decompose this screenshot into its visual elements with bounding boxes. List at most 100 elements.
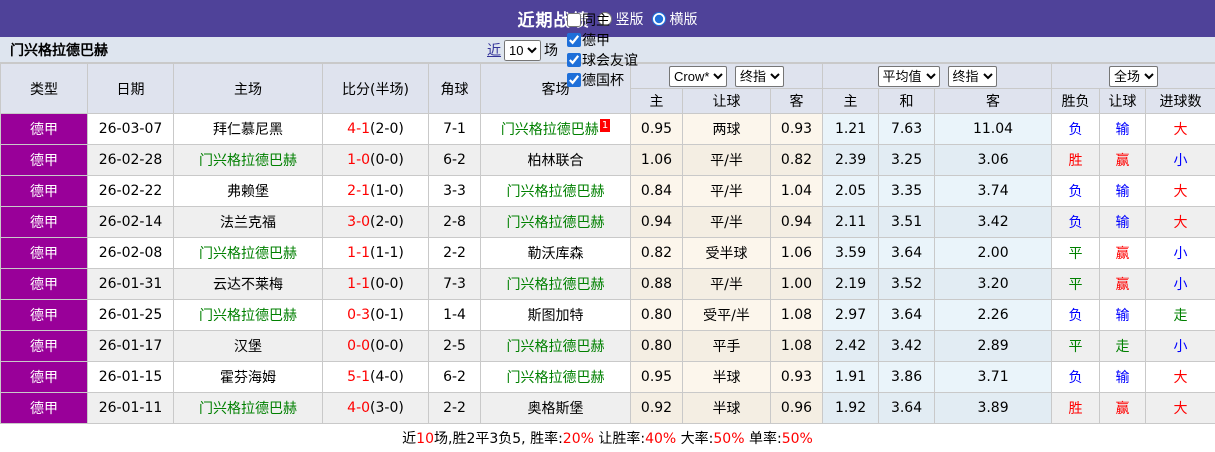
away-team-cell: 门兴格拉德巴赫1 [481,114,631,145]
fulltime-score: 0-0 [347,338,370,354]
winloss-result-cell: 负 [1052,114,1100,145]
handicap-stage-select[interactable]: 终指 [735,66,784,87]
crow-handicap-cell: 平手 [683,331,771,362]
avg-home-odds-cell: 2.97 [823,300,879,331]
away-team-cell: 门兴格拉德巴赫 [481,176,631,207]
avg-home-odds-cell: 1.92 [823,393,879,424]
summary-stat-label: 场,胜2平3负5, 胜率: [434,431,563,447]
winloss-result-cell: 平 [1052,238,1100,269]
avg-away-odds-cell: 3.74 [935,176,1052,207]
score-cell: 4-1(2-0) [323,114,429,145]
checkbox-input[interactable] [567,13,581,27]
header-avg-home: 主 [823,89,879,114]
checkbox-label: 德国杯 [582,70,624,90]
filter-checkbox-同主[interactable]: 同主 [561,10,638,30]
avg-draw-odds-cell: 3.35 [879,176,935,207]
corner-cell: 2-8 [429,207,481,238]
header-avg-away: 客 [935,89,1052,114]
bookmaker-select[interactable]: Crow* [669,66,727,87]
date-cell: 26-02-28 [88,145,174,176]
checkbox-input[interactable] [567,33,581,47]
league-cell: 德甲 [1,114,88,145]
filter-checkbox-德国杯[interactable]: 德国杯 [561,70,638,90]
home-team-cell: 弗赖堡 [174,176,323,207]
handicap-result-cell: 走 [1100,331,1146,362]
date-cell: 26-01-15 [88,362,174,393]
handicap-select-group: Crow* 终指 [631,64,823,89]
summary-bar: 近10场,胜2平3负5, 胜率:20% 让胜率:40% 大率:50% 单率:50… [0,424,1215,452]
away-team-name: 门兴格拉德巴赫 [507,277,605,293]
avg-draw-odds-cell: 3.64 [879,238,935,269]
goals-result-cell: 大 [1146,362,1215,393]
away-team-cell: 柏林联合 [481,145,631,176]
europe-stage-select[interactable]: 终指 [948,66,997,87]
table-row: 德甲26-02-28门兴格拉德巴赫1-0(0-0)6-2柏林联合1.06平/半0… [1,145,1215,176]
near-link[interactable]: 近 [487,40,501,60]
header-date: 日期 [88,64,174,114]
crow-home-odds-cell: 1.06 [631,145,683,176]
average-select[interactable]: 平均值 [878,66,940,87]
avg-away-odds-cell: 2.00 [935,238,1052,269]
checkbox-input[interactable] [567,53,581,67]
home-team-cell: 汉堡 [174,331,323,362]
filter-checkbox-球会友谊[interactable]: 球会友谊 [561,50,638,70]
league-cell: 德甲 [1,393,88,424]
crow-home-odds-cell: 0.84 [631,176,683,207]
league-cell: 德甲 [1,207,88,238]
avg-draw-odds-cell: 3.52 [879,269,935,300]
fulltime-score: 4-1 [347,121,370,137]
match-count-select[interactable]: 10 [504,40,541,61]
away-team-cell: 奥格斯堡 [481,393,631,424]
away-team-name: 门兴格拉德巴赫 [501,122,599,138]
away-team-name: 奥格斯堡 [528,401,584,417]
winloss-result-cell: 平 [1052,331,1100,362]
away-team-name: 门兴格拉德巴赫 [507,370,605,386]
away-team-name: 勒沃库森 [528,246,584,262]
avg-home-odds-cell: 2.42 [823,331,879,362]
layout-radio-horizontal[interactable]: 横版 [652,9,698,29]
crow-away-odds-cell: 0.93 [771,362,823,393]
crow-home-odds-cell: 0.80 [631,331,683,362]
winloss-result-cell: 负 [1052,362,1100,393]
avg-away-odds-cell: 2.89 [935,331,1052,362]
crow-handicap-cell: 半球 [683,393,771,424]
league-cell: 德甲 [1,145,88,176]
fulltime-score: 4-0 [347,400,370,416]
table-row: 德甲26-01-11门兴格拉德巴赫4-0(3-0)2-2奥格斯堡0.92半球0.… [1,393,1215,424]
filter-checkbox-德甲[interactable]: 德甲 [561,30,638,50]
away-team-cell: 门兴格拉德巴赫 [481,269,631,300]
horizontal-radio-input[interactable] [652,12,666,26]
home-team-cell: 门兴格拉德巴赫 [174,145,323,176]
crow-away-odds-cell: 1.06 [771,238,823,269]
avg-draw-odds-cell: 7.63 [879,114,935,145]
horizontal-radio-label: 横版 [670,9,698,29]
crow-home-odds-cell: 0.95 [631,362,683,393]
corner-cell: 7-1 [429,114,481,145]
table-row: 德甲26-01-17汉堡0-0(0-0)2-5门兴格拉德巴赫0.80平手1.08… [1,331,1215,362]
score-cell: 1-1(1-1) [323,238,429,269]
score-cell: 3-0(2-0) [323,207,429,238]
home-team-cell: 拜仁慕尼黑 [174,114,323,145]
summary-stat-label: 近 [402,431,416,447]
avg-draw-odds-cell: 3.51 [879,207,935,238]
avg-draw-odds-cell: 3.64 [879,300,935,331]
checkbox-label: 德甲 [582,30,610,50]
avg-draw-odds-cell: 3.86 [879,362,935,393]
crow-home-odds-cell: 0.88 [631,269,683,300]
goals-result-cell: 大 [1146,176,1215,207]
away-team-cell: 门兴格拉德巴赫 [481,362,631,393]
crow-away-odds-cell: 0.94 [771,207,823,238]
crow-away-odds-cell: 1.00 [771,269,823,300]
crow-handicap-cell: 两球 [683,114,771,145]
result-select-group: 全场 [1052,64,1215,89]
crow-handicap-cell: 受半球 [683,238,771,269]
avg-away-odds-cell: 3.42 [935,207,1052,238]
home-team-cell: 霍芬海姆 [174,362,323,393]
summary-text: 近10场,胜2平3负5, 胜率:20% 让胜率:40% 大率:50% 单率:50… [402,428,813,448]
fulltime-select[interactable]: 全场 [1109,66,1158,87]
rank-badge: 1 [600,119,610,132]
handicap-result-cell: 输 [1100,362,1146,393]
handicap-result-cell: 输 [1100,176,1146,207]
corner-cell: 2-2 [429,238,481,269]
checkbox-input[interactable] [567,73,581,87]
